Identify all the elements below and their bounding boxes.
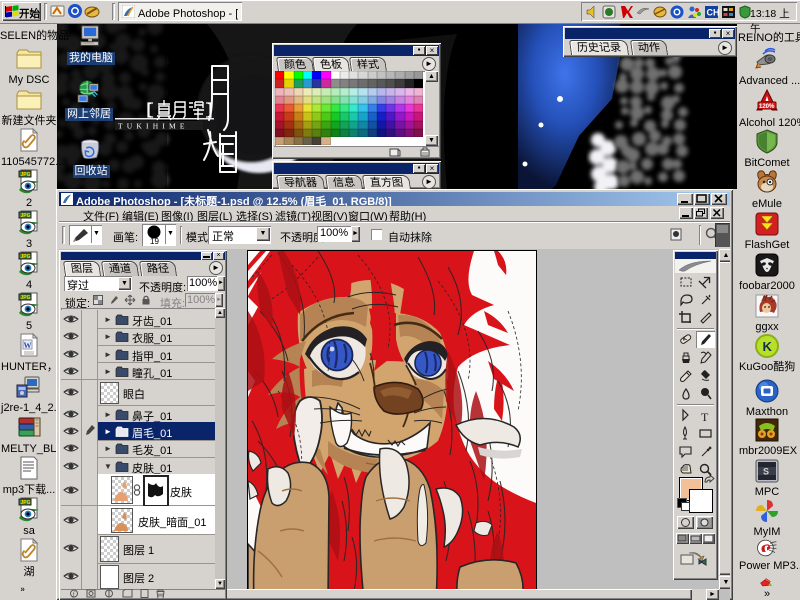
svg-text:19: 19 (150, 237, 159, 246)
svg-text:JPG: JPG (21, 172, 31, 178)
svg-text:T: T (701, 410, 709, 423)
svg-text:TUKIHIME: TUKIHIME (118, 122, 189, 131)
svg-text:S: S (763, 467, 769, 477)
svg-text:K: K (763, 339, 773, 354)
svg-text:CH: CH (707, 8, 720, 18)
svg-text:120%: 120% (759, 104, 775, 110)
svg-text:JPG: JPG (21, 295, 31, 301)
svg-text:JPG: JPG (21, 254, 31, 260)
svg-text:JPG: JPG (21, 500, 31, 506)
svg-text:»: » (20, 584, 25, 593)
svg-text:W: W (24, 341, 32, 350)
svg-text:JPG: JPG (21, 213, 31, 219)
